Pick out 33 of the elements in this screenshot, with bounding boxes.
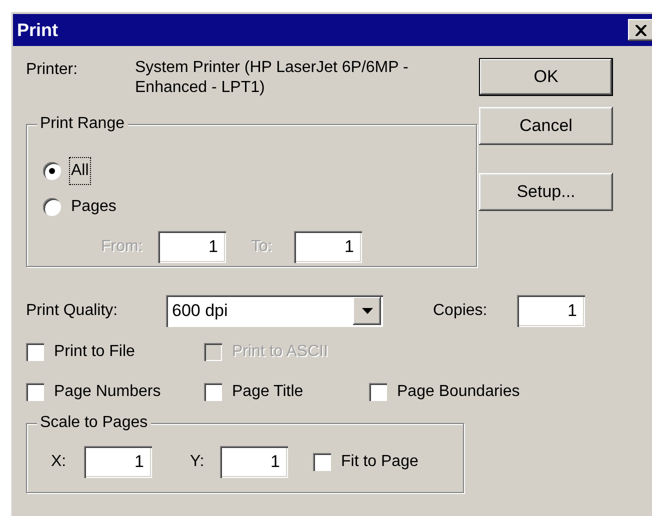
copies-field[interactable]: 1 xyxy=(517,295,585,327)
window-title: Print xyxy=(17,18,58,42)
y-label: Y: xyxy=(190,452,206,472)
group-title: Print Range xyxy=(37,114,128,134)
printer-name: System Printer (HP LaserJet 6P/6MP - Enhanced - LPT1) xyxy=(135,58,410,98)
x-label: X: xyxy=(51,452,68,472)
checkbox[interactable] xyxy=(369,383,387,401)
radio-button[interactable] xyxy=(43,198,61,216)
checkbox[interactable] xyxy=(26,383,44,401)
checkbox-label[interactable]: Print to File xyxy=(54,340,135,364)
cancel-button[interactable]: Cancel xyxy=(479,107,613,145)
close-icon xyxy=(635,24,647,36)
print-quality-dropdown[interactable]: 600 dpi xyxy=(166,295,383,327)
ok-button[interactable]: OK xyxy=(479,58,613,96)
checkbox[interactable] xyxy=(204,383,222,401)
y-field[interactable]: 1 xyxy=(220,446,288,478)
radio-label[interactable]: All xyxy=(71,159,89,183)
checkbox-label[interactable]: Fit to Page xyxy=(341,450,418,474)
print-quality-label: Print Quality: xyxy=(26,301,119,321)
printer-label: Printer: xyxy=(26,60,79,80)
checkbox[interactable] xyxy=(313,453,331,471)
checkbox[interactable] xyxy=(26,343,44,361)
radio-label[interactable]: Pages xyxy=(71,195,116,219)
checkbox-label[interactable]: Page Boundaries xyxy=(397,380,520,404)
x-field[interactable]: 1 xyxy=(84,446,152,478)
checkbox-label[interactable]: Page Title xyxy=(232,380,304,404)
dropdown-arrow-icon xyxy=(362,308,372,314)
close-button[interactable] xyxy=(628,19,652,41)
group-title: Scale to Pages xyxy=(37,413,151,433)
copies-label: Copies: xyxy=(433,301,488,321)
setup-button[interactable]: Setup... xyxy=(479,173,613,211)
checkbox-label[interactable]: Page Numbers xyxy=(54,380,161,404)
radio-button[interactable] xyxy=(43,162,61,180)
